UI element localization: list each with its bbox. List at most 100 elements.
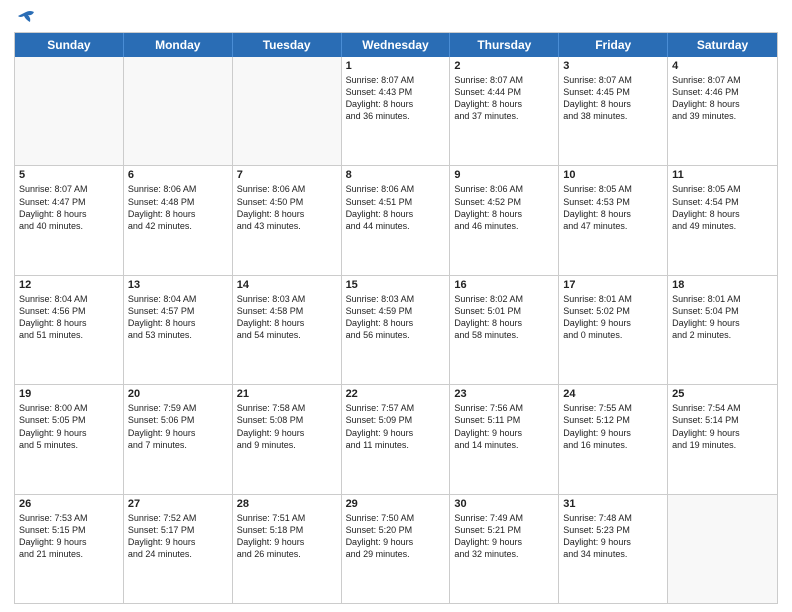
day-number: 24 [563, 388, 663, 400]
empty-cell [668, 495, 777, 603]
day-info: Sunrise: 7:55 AMSunset: 5:12 PMDaylight:… [563, 402, 663, 451]
day-info: Sunrise: 7:53 AMSunset: 5:15 PMDaylight:… [19, 512, 119, 561]
day-cell-8: 8 Sunrise: 8:06 AMSunset: 4:51 PMDaylight… [342, 166, 451, 274]
day-cell-9: 9 Sunrise: 8:06 AMSunset: 4:52 PMDaylight… [450, 166, 559, 274]
day-cell-14: 14Sunrise: 8:03 AMSunset: 4:58 PMDayligh… [233, 276, 342, 384]
day-info: Sunrise: 8:04 AMSunset: 4:56 PMDaylight:… [19, 293, 119, 342]
day-cell-12: 12 Sunrise: 8:04 AMSunset: 4:56 PMDayligh… [15, 276, 124, 384]
day-cell-22: 22 Sunrise: 7:57 AMSunset: 5:09 PMDayligh… [342, 385, 451, 493]
day-cell-13: 13 Sunrise: 8:04 AMSunset: 4:57 PMDayligh… [124, 276, 233, 384]
day-cell-2: 2 Sunrise: 8:07 AMSunset: 4:44 PMDaylight… [450, 57, 559, 165]
day-cell-18: 18 Sunrise: 8:01 AMSunset: 5:04 PMDayligh… [668, 276, 777, 384]
day-number: 11 [672, 169, 773, 181]
day-info: Sunrise: 7:54 AMSunset: 5:14 PMDaylight:… [672, 402, 773, 451]
day-info: Sunrise: 7:59 AMSunset: 5:06 PMDaylight:… [128, 402, 228, 451]
day-number: 21 [237, 388, 337, 400]
day-info: Sunrise: 7:51 AMSunset: 5:18 PMDaylight:… [237, 512, 337, 561]
day-number: 18 [672, 279, 773, 291]
header-day-saturday: Saturday [668, 33, 777, 57]
day-info: Sunrise: 7:57 AMSunset: 5:09 PMDaylight:… [346, 402, 446, 451]
day-info: Sunrise: 7:52 AMSunset: 5:17 PMDaylight:… [128, 512, 228, 561]
header-day-tuesday: Tuesday [233, 33, 342, 57]
day-number: 28 [237, 498, 337, 510]
day-number: 1 [346, 60, 446, 72]
day-cell-3: 3 Sunrise: 8:07 AMSunset: 4:45 PMDaylight… [559, 57, 668, 165]
day-number: 22 [346, 388, 446, 400]
day-cell-17: 17 Sunrise: 8:01 AMSunset: 5:02 PMDayligh… [559, 276, 668, 384]
day-number: 4 [672, 60, 773, 72]
day-cell-27: 27Sunrise: 7:52 AMSunset: 5:17 PMDayligh… [124, 495, 233, 603]
day-number: 6 [128, 169, 228, 181]
day-info: Sunrise: 8:03 AMSunset: 4:59 PMDaylight:… [346, 293, 446, 342]
day-cell-21: 21Sunrise: 7:58 AMSunset: 5:08 PMDayligh… [233, 385, 342, 493]
day-cell-23: 23 Sunrise: 7:56 AMSunset: 5:11 PMDayligh… [450, 385, 559, 493]
day-cell-1: 1 Sunrise: 8:07 AMSunset: 4:43 PMDaylight… [342, 57, 451, 165]
day-info: Sunrise: 8:07 AMSunset: 4:46 PMDaylight:… [672, 74, 773, 123]
day-info: Sunrise: 8:01 AMSunset: 5:04 PMDaylight:… [672, 293, 773, 342]
day-info: Sunrise: 7:56 AMSunset: 5:11 PMDaylight:… [454, 402, 554, 451]
day-number: 3 [563, 60, 663, 72]
logo [14, 10, 36, 24]
day-info: Sunrise: 8:06 AMSunset: 4:50 PMDaylight:… [237, 183, 337, 232]
day-info: Sunrise: 8:00 AMSunset: 5:05 PMDaylight:… [19, 402, 119, 451]
header-day-monday: Monday [124, 33, 233, 57]
day-cell-6: 6Sunrise: 8:06 AMSunset: 4:48 PMDaylight… [124, 166, 233, 274]
day-number: 12 [19, 279, 119, 291]
calendar-body: 1 Sunrise: 8:07 AMSunset: 4:43 PMDaylight… [15, 57, 777, 603]
day-number: 13 [128, 279, 228, 291]
day-cell-5: 5Sunrise: 8:07 AMSunset: 4:47 PMDaylight… [15, 166, 124, 274]
day-info: Sunrise: 7:50 AMSunset: 5:20 PMDaylight:… [346, 512, 446, 561]
day-info: Sunrise: 8:06 AMSunset: 4:51 PMDaylight:… [346, 183, 446, 232]
day-number: 25 [672, 388, 773, 400]
week-row-3: 12 Sunrise: 8:04 AMSunset: 4:56 PMDayligh… [15, 276, 777, 385]
day-number: 2 [454, 60, 554, 72]
day-cell-24: 24 Sunrise: 7:55 AMSunset: 5:12 PMDayligh… [559, 385, 668, 493]
day-cell-7: 7 Sunrise: 8:06 AMSunset: 4:50 PMDaylight… [233, 166, 342, 274]
day-cell-16: 16Sunrise: 8:02 AMSunset: 5:01 PMDayligh… [450, 276, 559, 384]
day-cell-26: 26 Sunrise: 7:53 AMSunset: 5:15 PMDayligh… [15, 495, 124, 603]
day-number: 26 [19, 498, 119, 510]
day-info: Sunrise: 8:07 AMSunset: 4:47 PMDaylight:… [19, 183, 119, 232]
week-row-4: 19Sunrise: 8:00 AMSunset: 5:05 PMDayligh… [15, 385, 777, 494]
header-day-sunday: Sunday [15, 33, 124, 57]
day-cell-20: 20 Sunrise: 7:59 AMSunset: 5:06 PMDayligh… [124, 385, 233, 493]
day-number: 8 [346, 169, 446, 181]
day-info: Sunrise: 8:07 AMSunset: 4:43 PMDaylight:… [346, 74, 446, 123]
page: SundayMondayTuesdayWednesdayThursdayFrid… [0, 0, 792, 612]
day-number: 29 [346, 498, 446, 510]
day-info: Sunrise: 8:07 AMSunset: 4:44 PMDaylight:… [454, 74, 554, 123]
week-row-5: 26 Sunrise: 7:53 AMSunset: 5:15 PMDayligh… [15, 495, 777, 603]
day-cell-19: 19Sunrise: 8:00 AMSunset: 5:05 PMDayligh… [15, 385, 124, 493]
day-number: 23 [454, 388, 554, 400]
day-cell-28: 28 Sunrise: 7:51 AMSunset: 5:18 PMDayligh… [233, 495, 342, 603]
day-info: Sunrise: 7:49 AMSunset: 5:21 PMDaylight:… [454, 512, 554, 561]
day-number: 9 [454, 169, 554, 181]
day-info: Sunrise: 8:03 AMSunset: 4:58 PMDaylight:… [237, 293, 337, 342]
day-info: Sunrise: 8:01 AMSunset: 5:02 PMDaylight:… [563, 293, 663, 342]
empty-cell [15, 57, 124, 165]
day-number: 30 [454, 498, 554, 510]
day-info: Sunrise: 8:07 AMSunset: 4:45 PMDaylight:… [563, 74, 663, 123]
day-cell-11: 11Sunrise: 8:05 AMSunset: 4:54 PMDayligh… [668, 166, 777, 274]
calendar-header-row: SundayMondayTuesdayWednesdayThursdayFrid… [15, 33, 777, 57]
day-info: Sunrise: 7:48 AMSunset: 5:23 PMDaylight:… [563, 512, 663, 561]
day-cell-25: 25 Sunrise: 7:54 AMSunset: 5:14 PMDayligh… [668, 385, 777, 493]
day-number: 15 [346, 279, 446, 291]
day-info: Sunrise: 8:05 AMSunset: 4:53 PMDaylight:… [563, 183, 663, 232]
day-cell-15: 15 Sunrise: 8:03 AMSunset: 4:59 PMDayligh… [342, 276, 451, 384]
empty-cell [233, 57, 342, 165]
header-day-thursday: Thursday [450, 33, 559, 57]
logo-bird-icon [16, 10, 36, 26]
day-number: 20 [128, 388, 228, 400]
header-day-wednesday: Wednesday [342, 33, 451, 57]
empty-cell [124, 57, 233, 165]
day-number: 10 [563, 169, 663, 181]
day-info: Sunrise: 8:06 AMSunset: 4:52 PMDaylight:… [454, 183, 554, 232]
day-cell-10: 10 Sunrise: 8:05 AMSunset: 4:53 PMDayligh… [559, 166, 668, 274]
week-row-1: 1 Sunrise: 8:07 AMSunset: 4:43 PMDaylight… [15, 57, 777, 166]
day-cell-31: 31Sunrise: 7:48 AMSunset: 5:23 PMDayligh… [559, 495, 668, 603]
day-info: Sunrise: 8:04 AMSunset: 4:57 PMDaylight:… [128, 293, 228, 342]
day-number: 17 [563, 279, 663, 291]
day-number: 7 [237, 169, 337, 181]
day-number: 16 [454, 279, 554, 291]
